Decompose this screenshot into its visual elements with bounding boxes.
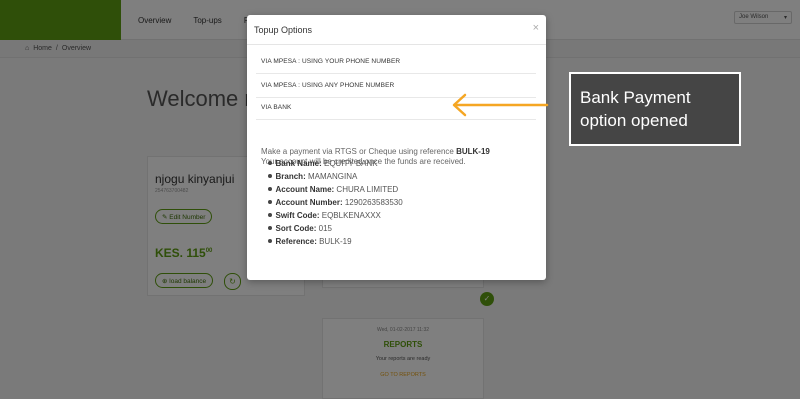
callout-line-2: option opened	[580, 111, 688, 130]
callout-line-1: Bank Payment	[580, 88, 691, 107]
bullet-icon	[268, 187, 272, 191]
bank-reference: BULK-19	[456, 147, 490, 156]
annotation-callout: Bank Payment option opened	[569, 72, 741, 146]
detail-key: Account Name:	[275, 185, 335, 194]
modal-header: Topup Options ×	[247, 15, 546, 45]
detail-branch: Branch: MAMANGINA	[268, 172, 528, 181]
bullet-icon	[268, 174, 272, 178]
option-mpesa-own-phone[interactable]: VIA MPESA : USING YOUR PHONE NUMBER	[261, 58, 400, 65]
detail-value: EQBLKENAXXX	[321, 211, 381, 220]
detail-value: 1290263583530	[344, 198, 403, 207]
bullet-icon	[268, 239, 272, 243]
detail-swift-code: Swift Code: EQBLKENAXXX	[268, 211, 528, 220]
bullet-icon	[268, 161, 272, 165]
detail-key: Branch:	[275, 172, 306, 181]
divider	[256, 73, 536, 74]
detail-value: BULK-19	[319, 237, 352, 246]
detail-key: Sort Code:	[275, 224, 317, 233]
detail-value: CHURA LIMITED	[336, 185, 399, 194]
annotation-arrow-icon	[452, 93, 549, 117]
detail-value: MAMANGINA	[307, 172, 358, 181]
bullet-icon	[268, 226, 272, 230]
detail-account-name: Account Name: CHURA LIMITED	[268, 185, 528, 194]
detail-value: 015	[318, 224, 332, 233]
detail-bank-name: Bank Name: EQUITY BANK	[268, 159, 528, 168]
detail-account-number: Account Number: 1290263583530	[268, 198, 528, 207]
option-mpesa-any-phone[interactable]: VIA MPESA : USING ANY PHONE NUMBER	[261, 82, 394, 89]
callout-text: Bank Payment option opened	[580, 86, 740, 132]
detail-key: Reference:	[275, 237, 317, 246]
detail-value: EQUITY BANK	[323, 159, 378, 168]
close-icon[interactable]: ×	[533, 22, 539, 34]
bullet-icon	[268, 200, 272, 204]
detail-sort-code: Sort Code: 015	[268, 224, 528, 233]
detail-key: Bank Name:	[275, 159, 322, 168]
divider	[256, 119, 536, 120]
modal-title: Topup Options	[254, 25, 313, 35]
detail-reference: Reference: BULK-19	[268, 237, 528, 246]
detail-key: Account Number:	[275, 198, 343, 207]
bank-intro-text: Make a payment via RTGS or Cheque using …	[261, 147, 457, 156]
bullet-icon	[268, 213, 272, 217]
detail-key: Swift Code:	[275, 211, 320, 220]
topup-options-modal: Topup Options × VIA MPESA : USING YOUR P…	[247, 15, 546, 280]
option-bank[interactable]: VIA BANK	[261, 104, 291, 111]
